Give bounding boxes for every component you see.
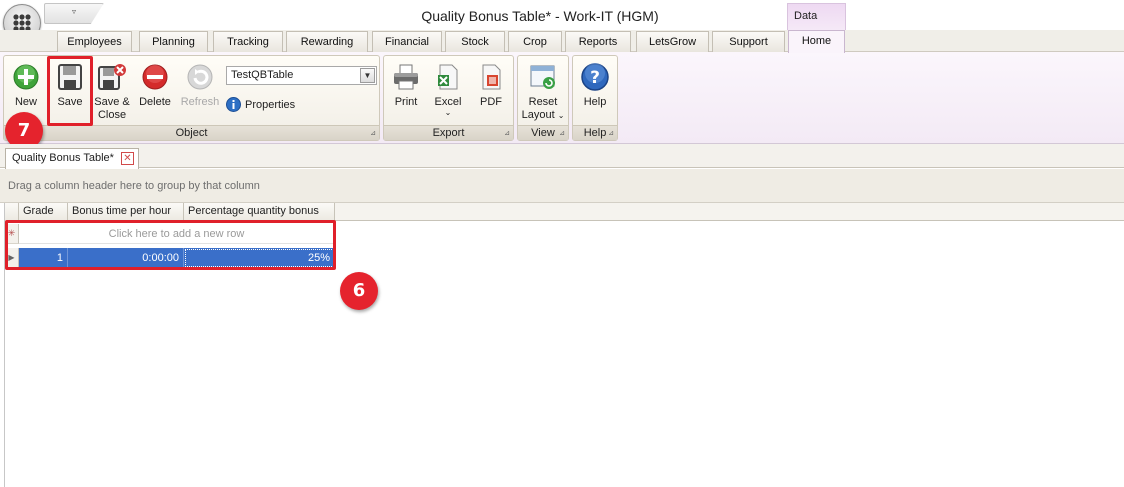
delete-icon: [140, 62, 170, 92]
dialog-launcher-icon[interactable]: ⊿: [608, 129, 614, 138]
document-tab-quality-bonus-table[interactable]: Quality Bonus Table* ✕: [5, 148, 139, 169]
new-button[interactable]: New: [7, 62, 45, 109]
help-button[interactable]: ? Help: [575, 62, 615, 109]
row-selector-header: [5, 203, 19, 221]
tab-tracking[interactable]: Tracking: [213, 31, 283, 52]
save-close-icon: [97, 62, 127, 92]
close-icon[interactable]: ✕: [121, 152, 134, 165]
tab-support[interactable]: Support: [712, 31, 785, 52]
object-select[interactable]: TestQBTable ▼: [226, 66, 377, 85]
tab-reports[interactable]: Reports: [565, 31, 631, 52]
reset-layout-button[interactable]: Reset Layout ⌄: [519, 62, 567, 122]
delete-button[interactable]: Delete: [137, 62, 173, 109]
tab-stock[interactable]: Stock: [445, 31, 505, 52]
dialog-launcher-icon[interactable]: ⊿: [504, 129, 510, 138]
chevron-down-icon: ▿: [71, 7, 76, 16]
properties-button[interactable]: Properties: [226, 96, 295, 113]
window-title: Quality Bonus Table* - Work-IT (HGM): [421, 8, 659, 24]
pdf-button[interactable]: PDF: [472, 62, 510, 109]
callout-badge-grid: 6: [340, 272, 378, 310]
context-tab-data: Data: [787, 3, 846, 30]
refresh-icon: [185, 62, 215, 92]
group-by-panel[interactable]: Drag a column header here to group by th…: [0, 169, 1124, 203]
excel-icon: [433, 62, 463, 92]
column-header-bonus-time[interactable]: Bonus time per hour: [68, 203, 184, 221]
tab-crop[interactable]: Crop: [508, 31, 562, 52]
svg-text:?: ?: [590, 68, 600, 88]
tab-home[interactable]: Home: [788, 30, 845, 53]
document-tab-strip: [0, 144, 1124, 168]
column-header-percentage[interactable]: Percentage quantity bonus: [184, 203, 335, 221]
group-label-view: View ⊿: [518, 125, 568, 140]
dialog-launcher-icon[interactable]: ⊿: [559, 129, 565, 138]
group-label-help: Help ⊿: [573, 125, 617, 140]
add-icon: [11, 62, 41, 92]
dialog-launcher-icon[interactable]: ⊿: [370, 129, 376, 138]
pdf-icon: [476, 62, 506, 92]
info-icon: [226, 97, 241, 112]
tab-rewarding[interactable]: Rewarding: [286, 31, 368, 52]
tab-letsgrow[interactable]: LetsGrow: [636, 31, 709, 52]
reset-layout-icon: [528, 62, 558, 92]
help-icon: ?: [580, 62, 610, 92]
chevron-down-icon: ⌄: [444, 108, 452, 117]
quick-access-dropdown[interactable]: ▿: [44, 3, 104, 24]
refresh-button[interactable]: Refresh: [179, 62, 221, 109]
chevron-down-icon: ⌄: [557, 111, 565, 120]
group-label-export: Export ⊿: [384, 125, 513, 140]
save-highlight-box: [47, 56, 93, 126]
grid-rows-highlight-box: [5, 220, 336, 270]
chevron-down-icon[interactable]: ▼: [360, 68, 375, 83]
print-button[interactable]: Print: [387, 62, 425, 109]
tab-employees[interactable]: Employees: [57, 31, 132, 52]
group-label-object: Object ⊿: [4, 125, 379, 140]
save-and-close-button[interactable]: Save & Close: [92, 62, 132, 122]
tab-planning[interactable]: Planning: [139, 31, 208, 52]
printer-icon: [391, 62, 421, 92]
tab-financial[interactable]: Financial: [372, 31, 442, 52]
column-header-grade[interactable]: Grade: [19, 203, 68, 221]
excel-button[interactable]: Excel ⌄: [428, 62, 468, 117]
